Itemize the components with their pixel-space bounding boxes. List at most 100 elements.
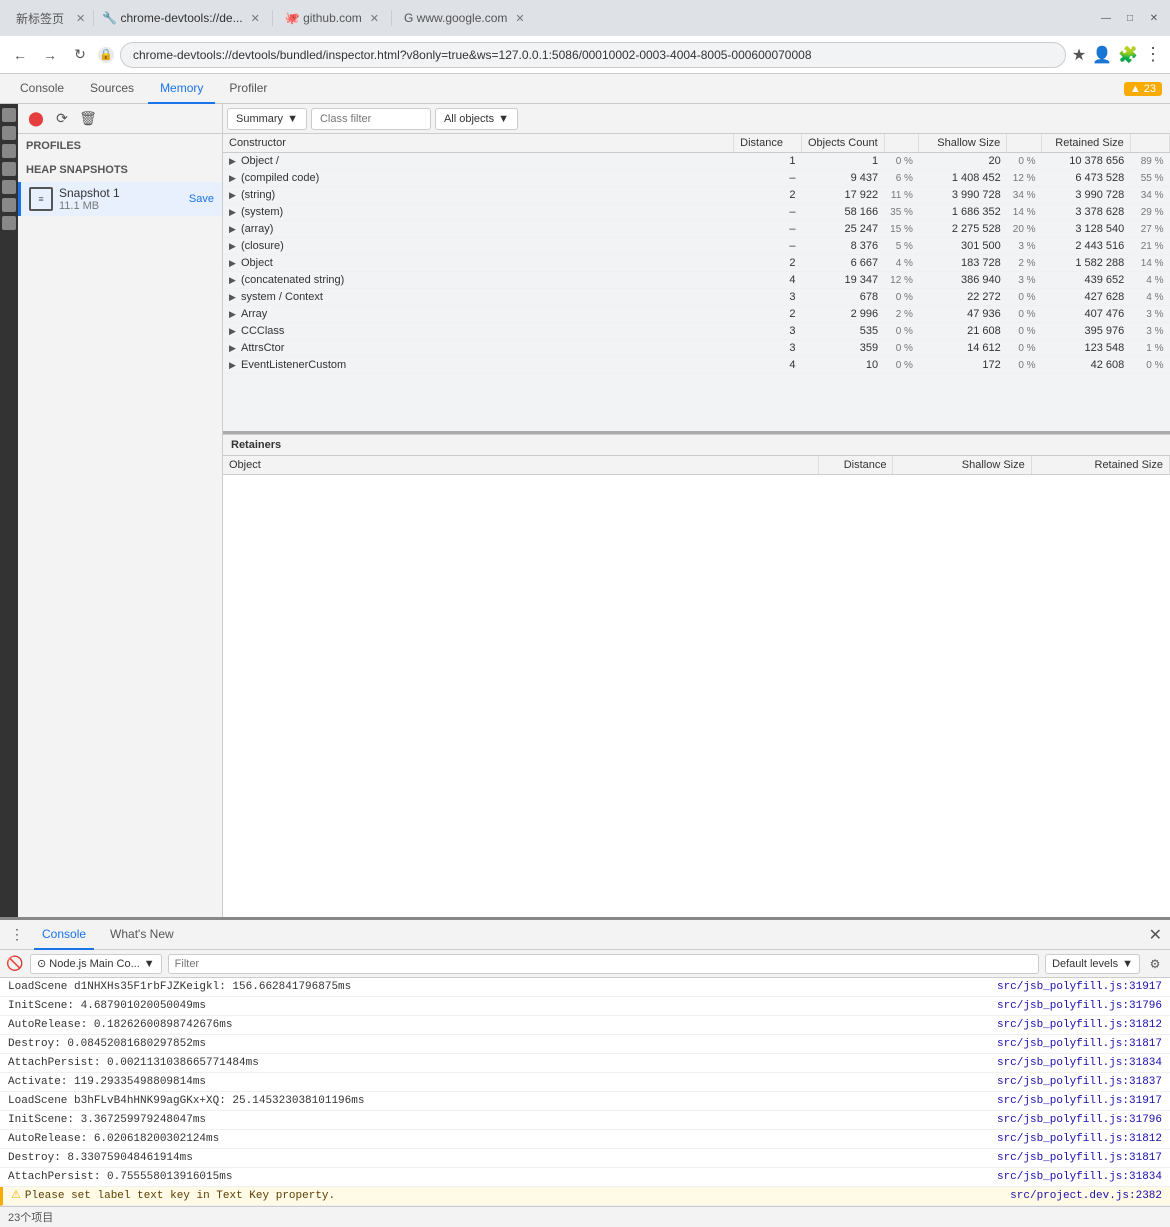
table-row[interactable]: ▶(concatenated string) 4 19 347 12 % 386… [223,272,1170,289]
profile-button[interactable]: 👤 [1092,45,1112,65]
table-row[interactable]: ▶(array) – 25 247 15 % 2 275 528 20 % 3 … [223,221,1170,238]
console-link[interactable]: src/jsb_polyfill.js:31837 [997,1074,1162,1090]
table-row[interactable]: ▶CCClass 3 535 0 % 21 608 0 % 395 976 3 … [223,323,1170,340]
menu-button[interactable]: ⋮ [1144,44,1162,65]
console-link[interactable]: src/jsb_polyfill.js:31834 [997,1169,1162,1185]
console-settings-button[interactable]: ⚙ [1146,955,1164,973]
th-objects-count[interactable]: Objects Count [801,134,884,153]
record-button[interactable]: ⬤ [26,109,46,129]
console-link[interactable]: src/jsb_polyfill.js:31834 [997,1055,1162,1071]
reload-button[interactable]: ↻ [68,43,92,67]
app-icon-3[interactable] [2,144,16,158]
tab-sources[interactable]: Sources [78,74,146,104]
td-retained-pct: 21 % [1130,238,1169,255]
table-row[interactable]: ▶Object / 1 1 0 % 20 0 % 10 378 656 89 % [223,153,1170,170]
bookmark-button[interactable]: ★ [1072,45,1086,65]
console-text: Destroy: 0.08452081680297852ms [8,1036,997,1052]
td-count-pct: 0 % [884,323,919,340]
console-link[interactable]: src/jsb_polyfill.js:31796 [997,998,1162,1014]
snapshot-item[interactable]: ≡ Snapshot 1 11.1 MB Save [18,182,222,216]
console-link[interactable]: src/jsb_polyfill.js:31917 [997,1093,1162,1109]
ret-th-distance[interactable]: Distance [819,456,893,475]
console-link[interactable]: src/jsb_polyfill.js:31812 [997,1017,1162,1033]
console-tab-console[interactable]: Console [34,920,94,950]
table-row[interactable]: ▶Object 2 6 667 4 % 183 728 2 % 1 582 28… [223,255,1170,272]
window-controls: — □ ✕ [1098,10,1162,26]
close-button[interactable]: ✕ [1146,10,1162,26]
ret-th-retained[interactable]: Retained Size [1031,456,1169,475]
table-row[interactable]: ▶EventListenerCustom 4 10 0 % 172 0 % 42… [223,357,1170,374]
app-icon-5[interactable] [2,180,16,194]
snapshot-save-button[interactable]: Save [189,193,214,205]
tab-profiler[interactable]: Profiler [217,74,279,104]
back-button[interactable]: ← [8,43,32,67]
retainers-container[interactable]: Object Distance Shallow Size Retained Si… [223,456,1170,917]
extensions-button[interactable]: 🧩 [1118,45,1138,65]
td-shallow: 172 [919,357,1007,374]
app-icon-7[interactable] [2,216,16,230]
td-count: 9 437 [801,170,884,187]
table-row[interactable]: ▶(compiled code) – 9 437 6 % 1 408 452 1… [223,170,1170,187]
console-link[interactable]: src/jsb_polyfill.js:31796 [997,1112,1162,1128]
td-distance: – [734,238,802,255]
heap-section-title: HEAP SNAPSHOTS [18,158,222,182]
summary-dropdown[interactable]: Summary ▼ [227,108,307,130]
tab-bar-sep [93,10,94,26]
minimize-button[interactable]: — [1098,10,1114,26]
table-row[interactable]: ▶Array 2 2 996 2 % 47 936 0 % 407 476 3 … [223,306,1170,323]
ret-th-object[interactable]: Object [223,456,819,475]
warn-icon: ⚠ [11,1188,21,1204]
console-link[interactable]: src/project.dev.js:2382 [1010,1188,1162,1204]
console-link[interactable]: src/jsb_polyfill.js:31817 [997,1036,1162,1052]
url-input[interactable] [120,42,1066,68]
console-tab-whatsnew[interactable]: What's New [102,920,182,950]
th-constructor[interactable]: Constructor [223,134,734,153]
tab-close-google[interactable]: ✕ [515,12,524,25]
table-row[interactable]: ▶AttrsCtor 3 359 0 % 14 612 0 % 123 548 … [223,340,1170,357]
app-icon-1[interactable] [2,108,16,122]
th-distance[interactable]: Distance [734,134,802,153]
tab-close-newtab[interactable]: ✕ [76,12,85,25]
tab-close-github[interactable]: ✕ [370,12,379,25]
forward-button[interactable]: → [38,43,62,67]
td-distance: 4 [734,357,802,374]
td-distance: 2 [734,187,802,204]
tab-close-devtools[interactable]: ✕ [251,12,260,25]
console-close-button[interactable]: ✕ [1149,925,1162,945]
console-level-dropdown[interactable]: Default levels ▼ [1045,954,1140,974]
maximize-button[interactable]: □ [1122,10,1138,26]
td-shallow-pct: 0 % [1007,357,1042,374]
objects-arrow: ▼ [498,113,509,125]
app-icon-6[interactable] [2,198,16,212]
td-shallow: 1 408 452 [919,170,1007,187]
tab-memory[interactable]: Memory [148,74,215,104]
class-filter-input[interactable] [311,108,431,130]
table-row[interactable]: ▶(string) 2 17 922 11 % 3 990 728 34 % 3… [223,187,1170,204]
heap-table-container[interactable]: Constructor Distance Objects Count Shall… [223,134,1170,434]
table-row[interactable]: ▶(closure) – 8 376 5 % 301 500 3 % 2 443… [223,238,1170,255]
td-retained-pct: 3 % [1130,306,1169,323]
console-context-dropdown[interactable]: ⊙ Node.js Main Co... ▼ [30,954,162,974]
tab-console[interactable]: Console [8,74,76,104]
console-filter-input[interactable] [168,954,1039,974]
console-ban-icon[interactable]: 🚫 [6,955,24,973]
devtools-tab-indicator: 🔧 chrome-devtools://de... [102,11,242,25]
td-constructor: ▶Object / [223,153,734,170]
ret-th-shallow[interactable]: Shallow Size [893,456,1031,475]
console-link[interactable]: src/jsb_polyfill.js:31812 [997,1131,1162,1147]
console-panel: ⋮ Console What's New ✕ 🚫 ⊙ Node.js Main … [0,917,1170,1227]
console-dot-menu[interactable]: ⋮ [8,926,26,944]
refresh-button[interactable]: ⟳ [52,109,72,129]
objects-dropdown[interactable]: All objects ▼ [435,108,518,130]
td-constructor: ▶(array) [223,221,734,238]
clear-button[interactable]: 🗑 [78,109,98,129]
th-shallow-size[interactable]: Shallow Size [919,134,1007,153]
th-retained-size[interactable]: Retained Size [1042,134,1131,153]
app-icon-2[interactable] [2,126,16,140]
retainers-header-row: Object Distance Shallow Size Retained Si… [223,456,1170,475]
console-link[interactable]: src/jsb_polyfill.js:31817 [997,1150,1162,1166]
table-row[interactable]: ▶(system) – 58 166 35 % 1 686 352 14 % 3… [223,204,1170,221]
table-row[interactable]: ▶system / Context 3 678 0 % 22 272 0 % 4… [223,289,1170,306]
console-link[interactable]: src/jsb_polyfill.js:31917 [997,979,1162,995]
app-icon-4[interactable] [2,162,16,176]
